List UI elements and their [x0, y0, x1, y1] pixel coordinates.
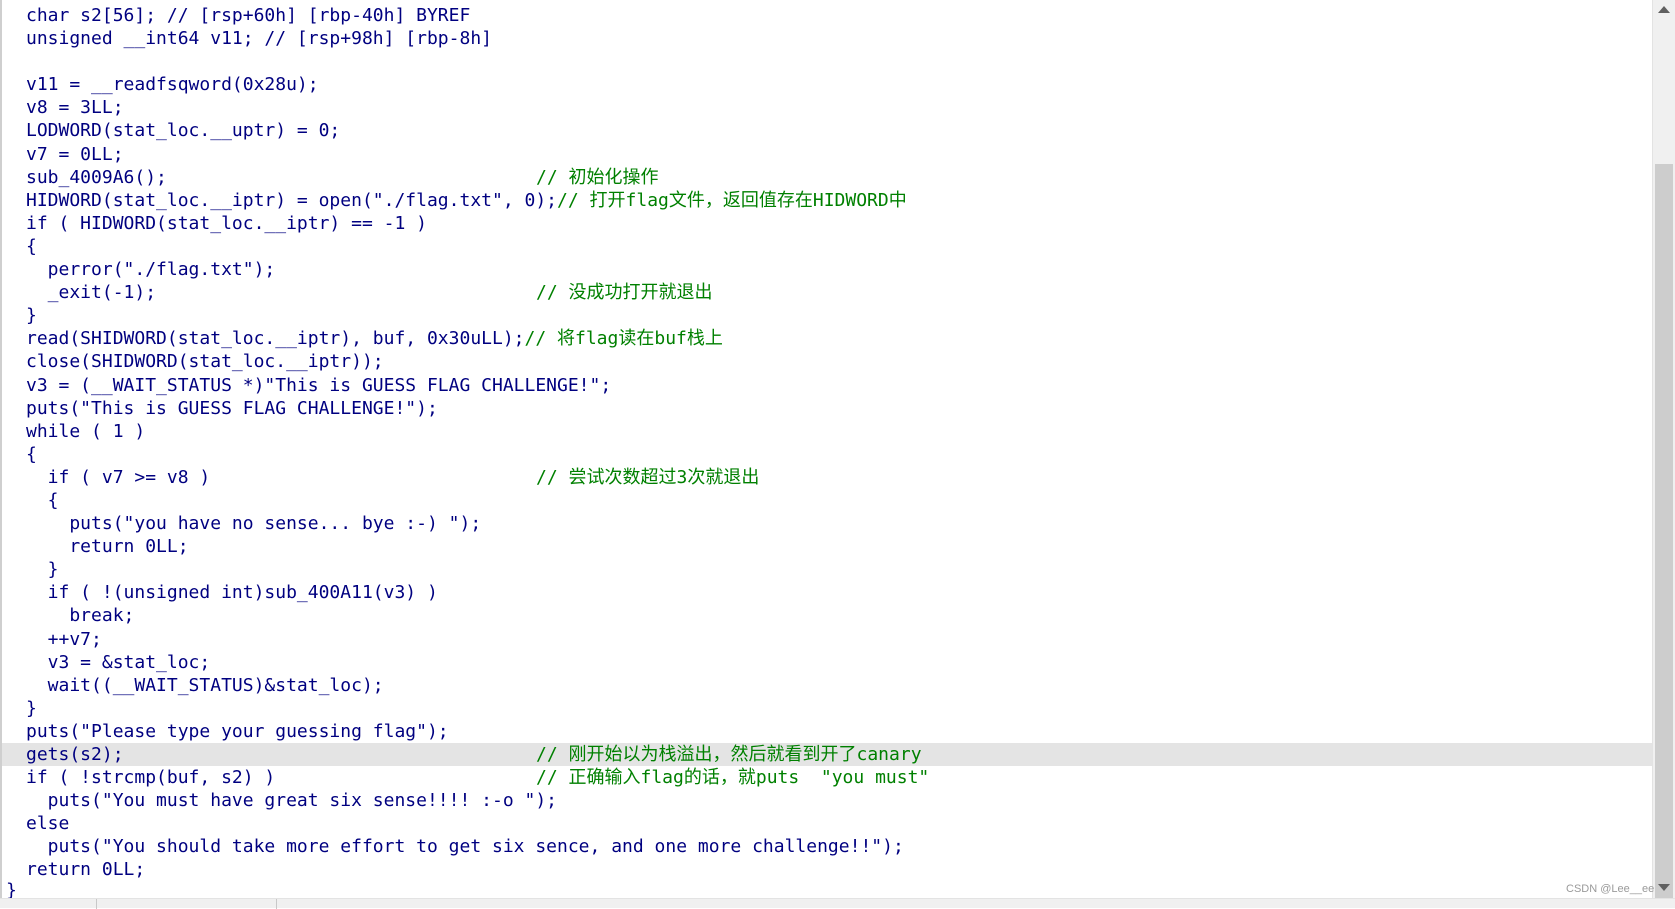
code-text: sub_4009A6();: [26, 166, 167, 188]
code-line-32[interactable]: puts("Please type your guessing flag");: [26, 720, 1652, 743]
code-text: unsigned __int64 v11; // [rsp+98h] [rbp-…: [26, 28, 492, 50]
code-text: {: [26, 235, 37, 257]
code-text: perror("./flag.txt");: [26, 259, 276, 281]
code-line-37[interactable]: puts("You should take more effort to get…: [26, 835, 1652, 858]
code-text: wait((__WAIT_STATUS)&stat_loc);: [26, 674, 384, 696]
scrollbar-thumb[interactable]: [1655, 164, 1673, 898]
code-text: v11 = __readfsqword(0x28u);: [26, 74, 319, 96]
code-line-10[interactable]: if ( HIDWORD(stat_loc.__iptr) == -1 ): [26, 212, 1652, 235]
code-text: puts("You should take more effort to get…: [26, 836, 904, 858]
code-line-16[interactable]: close(SHIDWORD(stat_loc.__iptr));: [26, 350, 1652, 373]
code-text: puts("you have no sense... bye :-) ");: [26, 513, 482, 535]
code-comment: // 刚开始以为栈溢出，然后就看到开了canary: [536, 744, 922, 765]
code-line-19[interactable]: while ( 1 ): [26, 420, 1652, 443]
code-text: {: [26, 443, 37, 465]
code-line-1[interactable]: char s2[56]; // [rsp+60h] [rbp-40h] BYRE…: [26, 4, 1652, 27]
scroll-up-arrow-icon[interactable]: [1658, 6, 1670, 13]
code-line-14[interactable]: }: [26, 304, 1652, 327]
code-text: }: [26, 559, 59, 581]
code-line-29[interactable]: v3 = &stat_loc;: [26, 651, 1652, 674]
code-line-2[interactable]: unsigned __int64 v11; // [rsp+98h] [rbp-…: [26, 27, 1652, 50]
code-line-25[interactable]: }: [26, 558, 1652, 581]
code-text: v3 = (__WAIT_STATUS *)"This is GUESS FLA…: [26, 374, 612, 396]
code-line-3-blank[interactable]: [26, 50, 1652, 73]
vertical-scrollbar[interactable]: [1652, 0, 1675, 898]
code-comment: // 没成功打开就退出: [536, 282, 713, 304]
code-text: return 0LL;: [26, 859, 146, 881]
code-line-31[interactable]: }: [26, 697, 1652, 720]
code-text: close(SHIDWORD(stat_loc.__iptr));: [26, 351, 384, 373]
code-text: if ( HIDWORD(stat_loc.__iptr) == -1 ): [26, 212, 427, 234]
code-text: if ( !(unsigned int)sub_400A11(v3) ): [26, 582, 438, 604]
code-line-13[interactable]: _exit(-1); // 没成功打开就退出: [26, 281, 1652, 304]
code-text: else: [26, 813, 70, 835]
code-line-38[interactable]: return 0LL;: [26, 858, 1652, 881]
code-text: char s2[56]; // [rsp+60h] [rbp-40h] BYRE…: [26, 5, 471, 26]
code-comment: // 正确输入flag的话，就puts "you must": [536, 767, 930, 789]
code-line-12[interactable]: perror("./flag.txt");: [26, 258, 1652, 281]
code-line-33-highlighted[interactable]: gets(s2); // 刚开始以为栈溢出，然后就看到开了canary: [2, 743, 1652, 767]
code-text: }: [26, 305, 37, 327]
code-line-21[interactable]: if ( v7 >= v8 ) // 尝试次数超过3次就退出: [26, 466, 1652, 489]
code-text: v8 = 3LL;: [26, 97, 124, 119]
code-line-35[interactable]: puts("You must have great six sense!!!! …: [26, 789, 1652, 812]
code-text: ++v7;: [26, 628, 102, 650]
code-line-26[interactable]: if ( !(unsigned int)sub_400A11(v3) ): [26, 581, 1652, 604]
code-text: LODWORD(stat_loc.__uptr) = 0;: [26, 120, 341, 142]
code-line-15[interactable]: read(SHIDWORD(stat_loc.__iptr), buf, 0x3…: [26, 327, 1652, 350]
code-line-5[interactable]: v8 = 3LL;: [26, 96, 1652, 119]
code-text: v7 = 0LL;: [26, 143, 124, 165]
code-comment: // 初始化操作: [536, 166, 659, 188]
code-line-22[interactable]: {: [26, 489, 1652, 512]
code-line-24[interactable]: return 0LL;: [26, 535, 1652, 558]
code-line-9[interactable]: HIDWORD(stat_loc.__iptr) = open("./flag.…: [26, 189, 1652, 212]
code-text: break;: [26, 605, 135, 627]
code-line-34[interactable]: if ( !strcmp(buf, s2) ) // 正确输入flag的话，就pu…: [26, 766, 1652, 789]
code-line-11[interactable]: {: [26, 235, 1652, 258]
code-lines: char s2[56]; // [rsp+60h] [rbp-40h] BYRE…: [2, 4, 1652, 882]
code-line-6[interactable]: LODWORD(stat_loc.__uptr) = 0;: [26, 119, 1652, 142]
code-line-27[interactable]: break;: [26, 604, 1652, 627]
code-text: {: [26, 489, 59, 511]
code-text: if ( v7 >= v8 ): [26, 466, 211, 488]
code-text: HIDWORD(stat_loc.__iptr) = open("./flag.…: [26, 189, 558, 211]
status-bar: [0, 898, 1675, 909]
code-text: }: [26, 697, 37, 719]
code-text: puts("You must have great six sense!!!! …: [26, 790, 558, 812]
code-line-28[interactable]: ++v7;: [26, 628, 1652, 651]
code-line-30[interactable]: wait((__WAIT_STATUS)&stat_loc);: [26, 674, 1652, 697]
code-line-17[interactable]: v3 = (__WAIT_STATUS *)"This is GUESS FLA…: [26, 374, 1652, 397]
code-line-8[interactable]: sub_4009A6(); // 初始化操作: [26, 166, 1652, 189]
code-line-36[interactable]: else: [26, 812, 1652, 835]
watermark: CSDN @Lee__ee: [1566, 883, 1655, 895]
code-text: read(SHIDWORD(stat_loc.__iptr), buf, 0x3…: [26, 328, 525, 350]
code-text: return 0LL;: [26, 536, 189, 558]
pseudocode-view[interactable]: char s2[56]; // [rsp+60h] [rbp-40h] BYRE…: [0, 0, 1652, 901]
code-line-18[interactable]: puts("This is GUESS FLAG CHALLENGE!");: [26, 397, 1652, 420]
code-text: v3 = &stat_loc;: [26, 651, 211, 673]
code-line-7[interactable]: v7 = 0LL;: [26, 143, 1652, 166]
code-comment: // 打开flag文件，返回值存在HIDWORD中: [557, 189, 907, 211]
scroll-down-arrow-icon[interactable]: [1658, 884, 1670, 891]
code-line-20[interactable]: {: [26, 443, 1652, 466]
code-line-4[interactable]: v11 = __readfsqword(0x28u);: [26, 73, 1652, 96]
code-text: puts("This is GUESS FLAG CHALLENGE!");: [26, 397, 438, 419]
code-comment: // 将flag读在buf栈上: [524, 328, 723, 350]
code-text: if ( !strcmp(buf, s2) ): [26, 767, 276, 789]
code-text: gets(s2);: [26, 744, 124, 765]
code-line-23[interactable]: puts("you have no sense... bye :-) ");: [26, 512, 1652, 535]
code-comment: // 尝试次数超过3次就退出: [536, 466, 760, 488]
code-text: while ( 1 ): [26, 420, 146, 442]
code-text: _exit(-1);: [26, 282, 157, 304]
code-text: puts("Please type your guessing flag");: [26, 720, 449, 742]
